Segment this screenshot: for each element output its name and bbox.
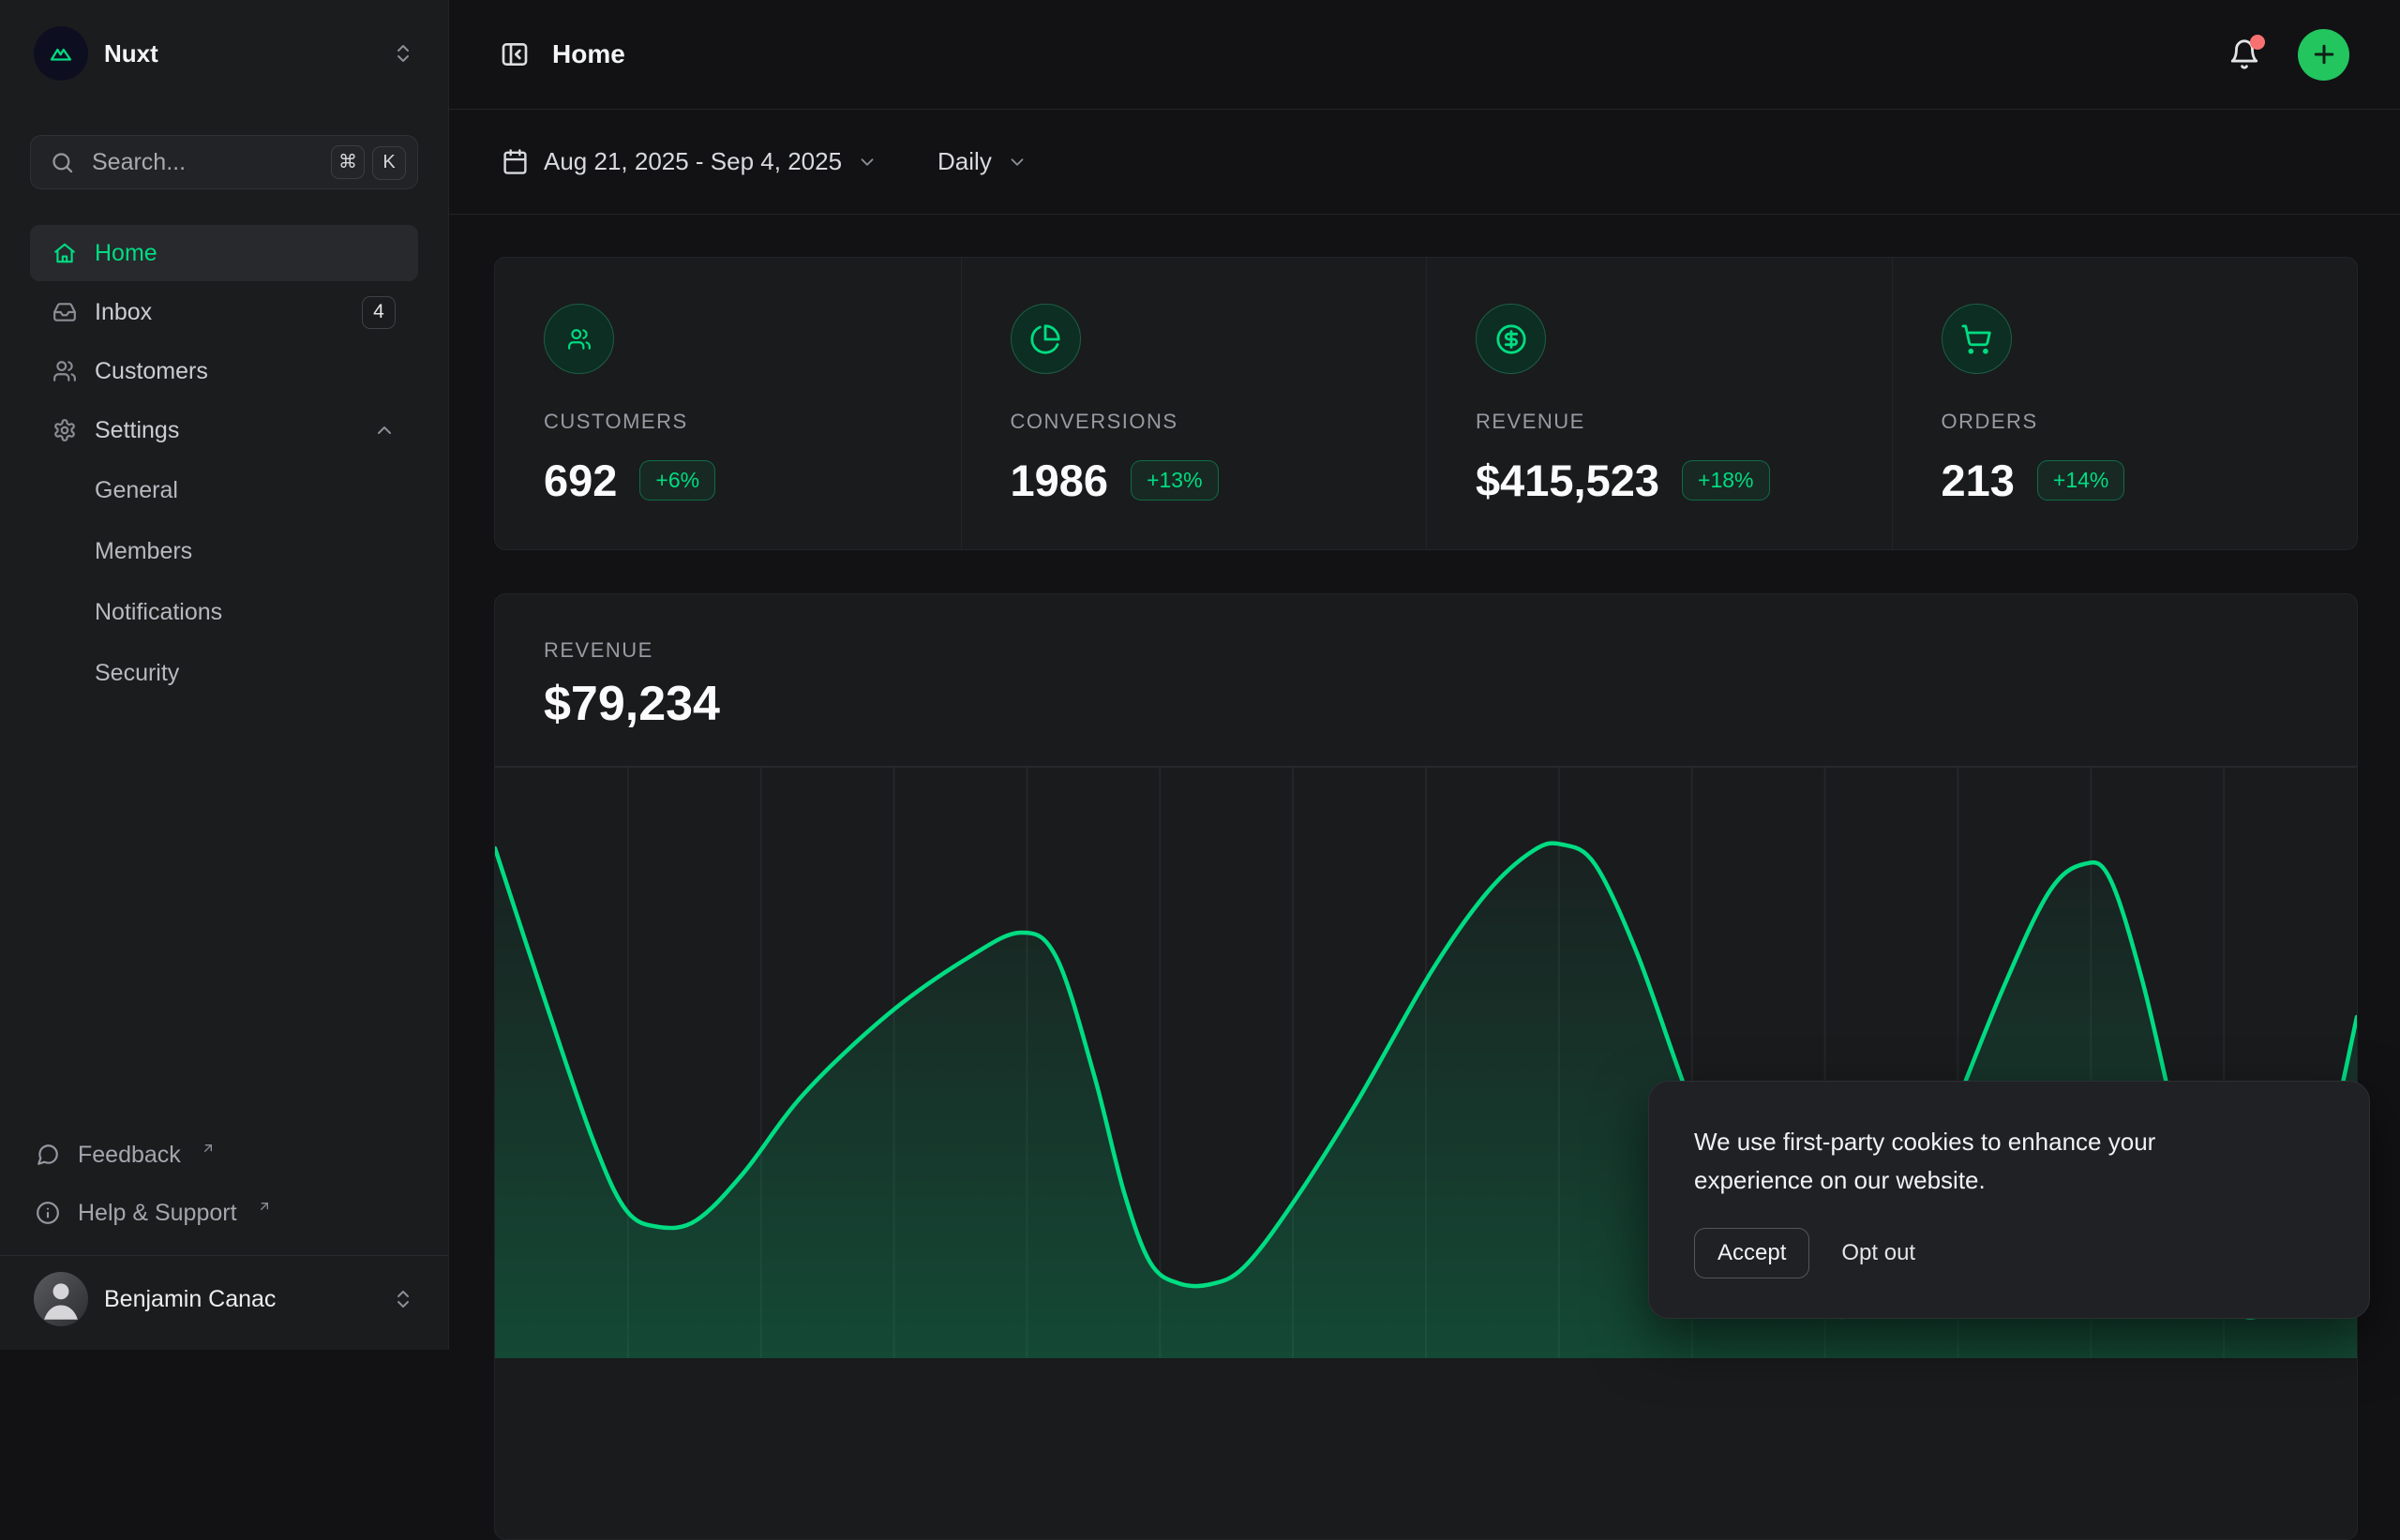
stat-value-row: $415,523 +18% bbox=[1476, 455, 1843, 506]
filter-toolbar: Aug 21, 2025 - Sep 4, 2025 Daily bbox=[449, 110, 2400, 215]
cookie-optout-button[interactable]: Opt out bbox=[1841, 1240, 1915, 1266]
arrow-up-right-icon bbox=[201, 1141, 216, 1156]
stat-value: 692 bbox=[544, 455, 617, 506]
cookie-banner: We use first-party cookies to enhance yo… bbox=[1648, 1081, 2370, 1319]
sidebar-subitem-notifications[interactable]: Notifications bbox=[30, 583, 418, 641]
topbar: Home bbox=[449, 0, 2400, 110]
stat-value-row: 692 +6% bbox=[544, 455, 912, 506]
stat-value: 213 bbox=[1942, 455, 2015, 506]
stat-orders: ORDERS 213 +14% bbox=[1892, 258, 2358, 549]
sidebar-item-label: Settings bbox=[95, 417, 179, 444]
chevron-down-icon bbox=[1007, 152, 1028, 172]
arrow-up-right-icon bbox=[257, 1199, 272, 1214]
stat-delta-badge: +18% bbox=[1682, 460, 1769, 501]
inbox-icon bbox=[52, 300, 77, 324]
stat-label: CONVERSIONS bbox=[1011, 410, 1378, 434]
users-icon bbox=[567, 327, 592, 351]
search-placeholder: Search... bbox=[92, 149, 314, 176]
date-range-label: Aug 21, 2025 - Sep 4, 2025 bbox=[544, 147, 842, 176]
team-switcher[interactable]: Nuxt bbox=[30, 24, 418, 82]
stat-icon-circle bbox=[1942, 304, 2012, 374]
sidebar-subitem-general[interactable]: General bbox=[30, 461, 418, 519]
gear-icon bbox=[52, 418, 77, 442]
sidebar-item-home[interactable]: Home bbox=[30, 225, 418, 281]
notifications-button[interactable] bbox=[2228, 38, 2260, 70]
nuxt-logo-icon bbox=[34, 26, 88, 81]
sidebar-nav: Home Inbox 4 Customers Settings General Member… bbox=[30, 225, 418, 702]
granularity-label: Daily bbox=[938, 147, 992, 176]
stat-value: 1986 bbox=[1011, 455, 1109, 506]
brand-name: Nuxt bbox=[104, 39, 158, 68]
sidebar-link-label: Help & Support bbox=[78, 1200, 237, 1227]
sidebar-subitem-label: Notifications bbox=[95, 599, 222, 626]
search-input[interactable]: Search... ⌘K bbox=[30, 135, 418, 189]
sidebar-item-customers[interactable]: Customers bbox=[30, 343, 418, 399]
stat-icon-circle bbox=[1476, 304, 1546, 374]
sidebar-item-label: Customers bbox=[95, 358, 208, 385]
stat-label: REVENUE bbox=[1476, 410, 1843, 434]
stat-icon-circle bbox=[1011, 304, 1081, 374]
sidebar-subitem-label: Members bbox=[95, 538, 192, 565]
stat-delta-badge: +13% bbox=[1131, 460, 1218, 501]
chevron-down-icon bbox=[857, 152, 878, 172]
user-menu[interactable]: Benjamin Canac bbox=[30, 1269, 418, 1329]
stat-label: CUSTOMERS bbox=[544, 410, 912, 434]
stat-value-row: 213 +14% bbox=[1942, 455, 2309, 506]
page-title: Home bbox=[552, 39, 625, 69]
stat-delta-badge: +6% bbox=[639, 460, 715, 501]
cookie-accept-button[interactable]: Accept bbox=[1694, 1228, 1809, 1278]
sidebar-item-settings[interactable]: Settings bbox=[30, 402, 418, 458]
sidebar-subitem-label: General bbox=[95, 477, 178, 504]
stat-value-row: 1986 +13% bbox=[1011, 455, 1378, 506]
stat-icon-circle bbox=[544, 304, 614, 374]
chevrons-up-down-icon bbox=[392, 1288, 414, 1310]
sidebar-subitem-label: Security bbox=[95, 660, 179, 687]
shopping-cart-icon bbox=[1960, 323, 1992, 355]
users-icon bbox=[52, 359, 77, 383]
date-range-picker[interactable]: Aug 21, 2025 - Sep 4, 2025 bbox=[502, 147, 878, 176]
sidebar-subitem-security[interactable]: Security bbox=[30, 644, 418, 702]
search-icon bbox=[50, 150, 75, 175]
sidebar-divider bbox=[0, 1255, 448, 1256]
stat-revenue: REVENUE $415,523 +18% bbox=[1426, 258, 1892, 549]
stat-label: ORDERS bbox=[1942, 410, 2309, 434]
sidebar-link-help-support[interactable]: Help & Support bbox=[30, 1184, 418, 1242]
kbd-key-1: K bbox=[372, 146, 406, 180]
user-name: Benjamin Canac bbox=[104, 1286, 276, 1313]
sidebar-link-feedback[interactable]: Feedback bbox=[30, 1126, 418, 1184]
sidebar-subitem-members[interactable]: Members bbox=[30, 522, 418, 580]
unread-count-badge: 4 bbox=[362, 296, 396, 329]
kbd-key-0: ⌘ bbox=[331, 145, 365, 179]
chevrons-up-down-icon bbox=[392, 42, 414, 65]
sidebar-item-label: Inbox bbox=[95, 299, 152, 326]
revenue-chart-total: $79,234 bbox=[544, 676, 2308, 732]
cookie-message: We use first-party cookies to enhance yo… bbox=[1694, 1123, 2257, 1200]
search-shortcut: ⌘K bbox=[331, 145, 406, 180]
avatar bbox=[34, 1272, 88, 1326]
panel-left-close-icon[interactable] bbox=[500, 39, 530, 69]
circle-dollar-icon bbox=[1495, 323, 1527, 355]
stat-conversions: CONVERSIONS 1986 +13% bbox=[961, 258, 1427, 549]
chevron-up-icon bbox=[373, 419, 396, 441]
revenue-chart-label: REVENUE bbox=[544, 638, 2308, 663]
info-circle-icon bbox=[36, 1201, 60, 1225]
sidebar: Nuxt Search... ⌘K Home Inbox 4 Customers Set… bbox=[0, 0, 449, 1350]
add-button[interactable] bbox=[2298, 29, 2349, 81]
sidebar-item-label: Home bbox=[95, 240, 158, 267]
stat-customers: CUSTOMERS 692 +6% bbox=[495, 258, 961, 549]
home-icon bbox=[52, 241, 77, 265]
unread-dot bbox=[2250, 35, 2265, 50]
stat-value: $415,523 bbox=[1476, 455, 1659, 506]
stat-delta-badge: +14% bbox=[2037, 460, 2124, 501]
pie-chart-icon bbox=[1029, 323, 1061, 355]
sidebar-footer: Feedback Help & Support Benjamin Canac bbox=[30, 1126, 418, 1329]
sidebar-link-label: Feedback bbox=[78, 1142, 181, 1169]
message-circle-icon bbox=[36, 1143, 60, 1167]
revenue-chart-card: REVENUE $79,234 bbox=[494, 593, 2358, 1540]
calendar-icon bbox=[502, 148, 529, 175]
stats-overview-card: CUSTOMERS 692 +6% CONVERSIONS 1986 +13% REVENU… bbox=[494, 257, 2358, 550]
sidebar-item-inbox[interactable]: Inbox 4 bbox=[30, 284, 418, 340]
granularity-select[interactable]: Daily bbox=[938, 147, 1028, 176]
